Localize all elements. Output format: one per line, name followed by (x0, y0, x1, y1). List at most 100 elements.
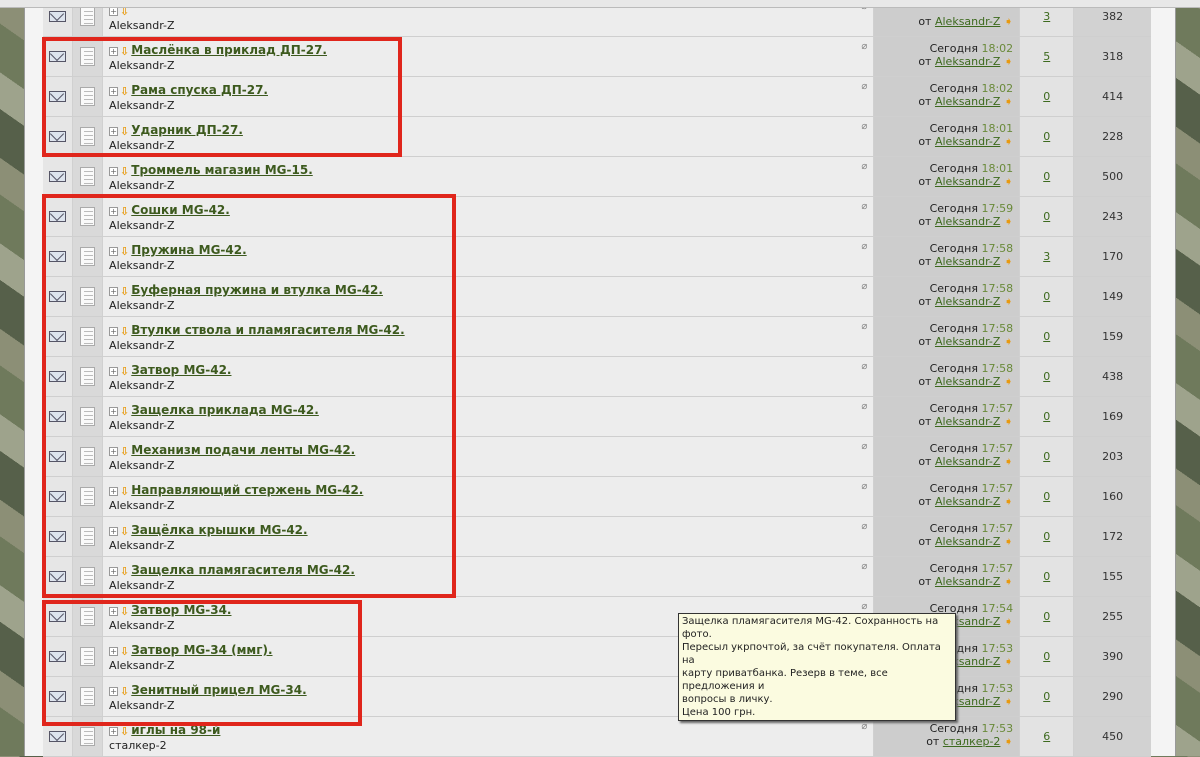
last-poster-link[interactable]: Aleksandr-Z (935, 335, 1000, 348)
last-poster-link[interactable]: Aleksandr-Z (935, 295, 1000, 308)
envelope-icon[interactable] (48, 131, 66, 142)
first-unread-arrow-icon[interactable]: ⇩ (120, 125, 129, 138)
envelope-icon[interactable] (48, 491, 66, 502)
envelope-icon[interactable] (48, 651, 66, 662)
expand-icon[interactable]: + (109, 406, 119, 416)
expand-icon[interactable]: + (109, 206, 119, 216)
replies-count-link[interactable]: 0 (1043, 650, 1050, 663)
go-to-last-post-icon[interactable]: ➧ (1004, 375, 1013, 388)
go-to-last-post-icon[interactable]: ➧ (1004, 415, 1013, 428)
first-unread-arrow-icon[interactable]: ⇩ (120, 365, 129, 378)
go-to-last-post-icon[interactable]: ➧ (1004, 175, 1013, 188)
expand-icon[interactable]: + (109, 286, 119, 296)
expand-icon[interactable]: + (109, 246, 119, 256)
first-unread-arrow-icon[interactable]: ⇩ (120, 245, 129, 258)
replies-count-link[interactable]: 0 (1043, 610, 1050, 623)
envelope-icon[interactable] (48, 531, 66, 542)
envelope-icon[interactable] (48, 331, 66, 342)
expand-icon[interactable]: + (109, 526, 119, 536)
go-to-last-post-icon[interactable]: ➧ (1004, 535, 1013, 548)
last-poster-link[interactable]: Aleksandr-Z (935, 15, 1000, 28)
topic-title-link[interactable]: Зенитный прицел MG-34. (131, 683, 306, 697)
go-to-last-post-icon[interactable]: ➧ (1004, 15, 1013, 28)
last-poster-link[interactable]: сталкер-2 (943, 735, 1001, 748)
envelope-icon[interactable] (48, 171, 66, 182)
envelope-icon[interactable] (48, 51, 66, 62)
expand-icon[interactable]: + (109, 606, 119, 616)
go-to-last-post-icon[interactable]: ➧ (1004, 455, 1013, 468)
replies-count-link[interactable]: 5 (1043, 50, 1050, 63)
first-unread-arrow-icon[interactable]: ⇩ (120, 605, 129, 618)
replies-count-link[interactable]: 0 (1043, 570, 1050, 583)
replies-count-link[interactable]: 0 (1043, 210, 1050, 223)
last-poster-link[interactable]: Aleksandr-Z (935, 535, 1000, 548)
go-to-last-post-icon[interactable]: ➧ (1004, 215, 1013, 228)
replies-count-link[interactable]: 0 (1043, 170, 1050, 183)
last-poster-link[interactable]: Aleksandr-Z (935, 55, 1000, 68)
first-unread-arrow-icon[interactable]: ⇩ (120, 205, 129, 218)
last-poster-link[interactable]: Aleksandr-Z (935, 135, 1000, 148)
first-unread-arrow-icon[interactable]: ⇩ (120, 725, 129, 738)
expand-icon[interactable]: + (109, 486, 119, 496)
replies-count-link[interactable]: 0 (1043, 450, 1050, 463)
topic-title-link[interactable]: Пружина MG-42. (131, 243, 246, 257)
last-poster-link[interactable]: Aleksandr-Z (935, 375, 1000, 388)
replies-count-link[interactable]: 0 (1043, 370, 1050, 383)
first-unread-arrow-icon[interactable]: ⇩ (120, 165, 129, 178)
go-to-last-post-icon[interactable]: ➧ (1004, 615, 1013, 628)
expand-icon[interactable]: + (109, 166, 119, 176)
last-poster-link[interactable]: Aleksandr-Z (935, 255, 1000, 268)
go-to-last-post-icon[interactable]: ➧ (1004, 575, 1013, 588)
expand-icon[interactable]: + (109, 86, 119, 96)
envelope-icon[interactable] (48, 611, 66, 622)
replies-count-link[interactable]: 0 (1043, 290, 1050, 303)
first-unread-arrow-icon[interactable]: ⇩ (120, 485, 129, 498)
go-to-last-post-icon[interactable]: ➧ (1004, 735, 1013, 748)
envelope-icon[interactable] (48, 571, 66, 582)
last-poster-link[interactable]: Aleksandr-Z (935, 575, 1000, 588)
replies-count-link[interactable]: 0 (1043, 530, 1050, 543)
go-to-last-post-icon[interactable]: ➧ (1004, 495, 1013, 508)
topic-title-link[interactable]: Маслёнка в приклад ДП-27. (131, 43, 327, 57)
envelope-icon[interactable] (48, 411, 66, 422)
topic-title-link[interactable]: Затвор MG-34. (131, 603, 231, 617)
last-poster-link[interactable]: Aleksandr-Z (935, 415, 1000, 428)
envelope-icon[interactable] (48, 371, 66, 382)
topic-title-link[interactable]: Троммель магазин MG-15. (131, 163, 312, 177)
go-to-last-post-icon[interactable]: ➧ (1004, 335, 1013, 348)
topic-title-link[interactable]: Направляющий стержень MG-42. (131, 483, 363, 497)
expand-icon[interactable]: + (109, 326, 119, 336)
envelope-icon[interactable] (48, 691, 66, 702)
expand-icon[interactable]: + (109, 686, 119, 696)
topic-title-link[interactable]: Ударник ДП-27. (131, 123, 243, 137)
topic-title-link[interactable]: Защёлка крышки MG-42. (131, 523, 307, 537)
envelope-icon[interactable] (48, 91, 66, 102)
replies-count-link[interactable]: 6 (1043, 730, 1050, 743)
replies-count-link[interactable]: 0 (1043, 410, 1050, 423)
topic-title-link[interactable]: Затвор MG-42. (131, 363, 231, 377)
topic-title-link[interactable]: Механизм подачи ленты MG-42. (131, 443, 355, 457)
expand-icon[interactable]: + (109, 366, 119, 376)
topic-title-link[interactable]: Защелка приклада MG-42. (131, 403, 319, 417)
go-to-last-post-icon[interactable]: ➧ (1004, 55, 1013, 68)
last-poster-link[interactable]: Aleksandr-Z (935, 495, 1000, 508)
replies-count-link[interactable]: 0 (1043, 330, 1050, 343)
go-to-last-post-icon[interactable]: ➧ (1004, 135, 1013, 148)
topic-title-link[interactable]: Втулки ствола и пламягасителя MG-42. (131, 323, 404, 337)
envelope-icon[interactable] (48, 291, 66, 302)
expand-icon[interactable]: + (109, 126, 119, 136)
topic-title-link[interactable]: Буферная пружина и втулка MG-42. (131, 283, 383, 297)
replies-count-link[interactable]: 3 (1043, 250, 1050, 263)
expand-icon[interactable]: + (109, 726, 119, 736)
go-to-last-post-icon[interactable]: ➧ (1004, 95, 1013, 108)
topic-title-link[interactable]: Рама спуска ДП-27. (131, 83, 268, 97)
topic-title-link[interactable]: Защелка пламягасителя MG-42. (131, 563, 355, 577)
first-unread-arrow-icon[interactable]: ⇩ (120, 445, 129, 458)
replies-count-link[interactable]: 0 (1043, 130, 1050, 143)
last-poster-link[interactable]: Aleksandr-Z (935, 95, 1000, 108)
go-to-last-post-icon[interactable]: ➧ (1004, 295, 1013, 308)
expand-icon[interactable]: + (109, 566, 119, 576)
topic-title-link[interactable]: Затвор MG-34 (ммг). (131, 643, 272, 657)
topic-title-link[interactable]: иглы на 98-й (131, 723, 220, 737)
last-poster-link[interactable]: Aleksandr-Z (935, 455, 1000, 468)
